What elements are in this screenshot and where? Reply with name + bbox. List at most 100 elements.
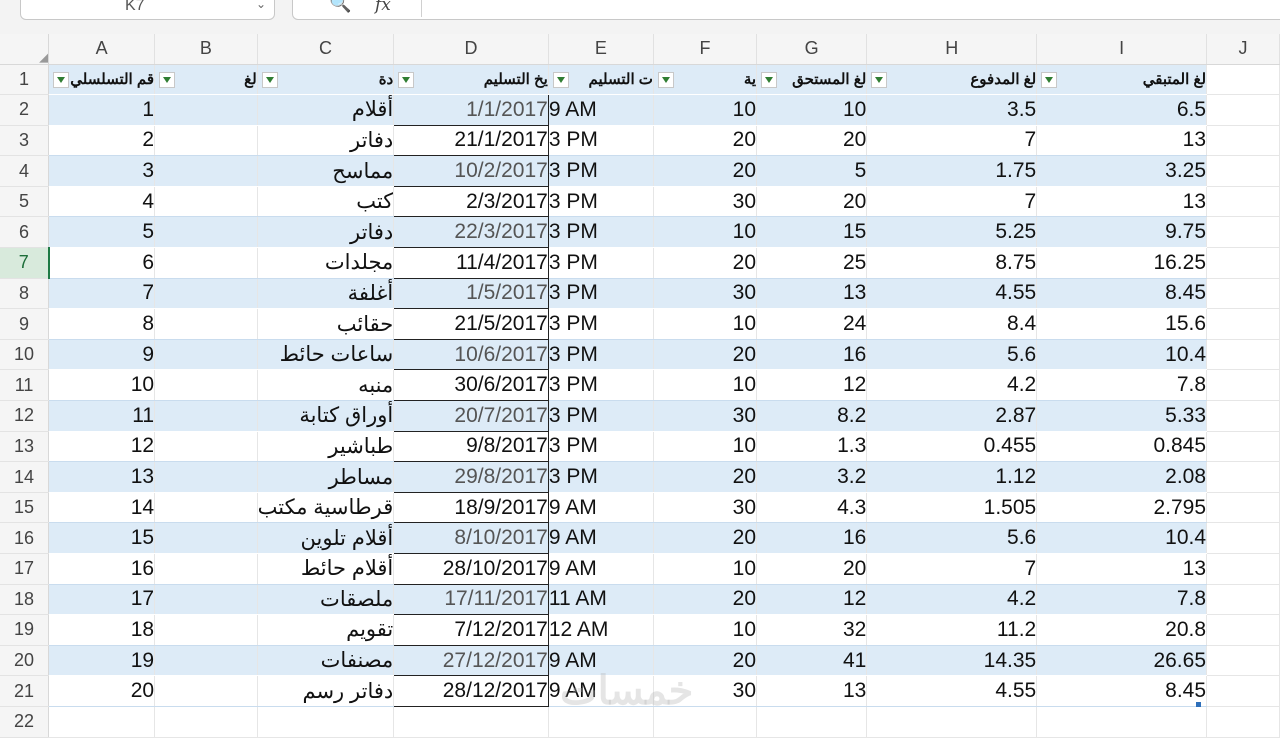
filter-dropdown-icon[interactable] [871,71,888,88]
table-header-cell[interactable]: دة [257,64,395,96]
row-header[interactable]: 13 [0,431,50,463]
filter-dropdown-icon[interactable] [761,71,778,88]
cell-f[interactable]: 30 [653,492,758,524]
cell-f[interactable]: 30 [653,400,758,432]
empty-cell[interactable] [1206,431,1280,463]
cell-d[interactable]: 2/3/2017 [393,186,549,218]
cell-a[interactable]: 11 [48,400,156,432]
cell-c[interactable]: مجلدات [257,247,395,279]
cell-i[interactable]: 10.4 [1036,339,1208,371]
cell-f[interactable]: 20 [653,155,758,187]
cell-e[interactable]: 3 PM [548,431,654,463]
cell-b[interactable] [154,278,258,310]
empty-cell[interactable] [1206,155,1280,187]
cell-c[interactable]: مصنفات [257,645,395,677]
cell-c[interactable]: حقائب [257,308,395,340]
row-header[interactable]: 12 [0,400,50,432]
cell-i[interactable]: 13 [1036,553,1208,585]
cell-g[interactable]: 20 [756,186,868,218]
cell-b[interactable] [154,186,258,218]
cell-f[interactable]: 10 [653,94,758,126]
cell-d[interactable]: 28/12/2017 [393,675,549,707]
cell-d[interactable]: 10/2/2017 [393,155,549,187]
cell-e[interactable]: 3 PM [548,247,654,279]
cell-a[interactable]: 10 [48,369,156,402]
column-header-d[interactable]: D [393,34,549,65]
cell-c[interactable]: أقلام [257,94,395,126]
cell-i[interactable]: 16.25 [1036,247,1208,279]
row-header[interactable]: 2 [0,94,50,126]
cell-g[interactable]: 20 [756,553,868,585]
column-header-c[interactable]: C [257,34,395,65]
cell-b[interactable] [154,216,258,249]
column-header-h[interactable]: H [866,34,1038,65]
cell-b[interactable] [154,247,258,279]
cell-b[interactable] [154,522,258,554]
row-header[interactable]: 3 [0,125,50,157]
cell-f[interactable]: 10 [653,308,758,340]
cell-g[interactable]: 12 [756,369,868,402]
cell-f[interactable]: 10 [653,369,758,402]
empty-cell[interactable] [1206,64,1280,96]
cell-g[interactable]: 13 [756,278,868,310]
cell-c[interactable]: منبه [257,369,395,402]
table-header-cell[interactable]: لغ المدفوع [866,64,1038,96]
cell-e[interactable]: 3 PM [548,339,654,371]
cell-a[interactable]: 14 [48,492,156,524]
cell-g[interactable]: 32 [756,614,868,646]
cell-d[interactable]: 21/5/2017 [393,308,549,340]
fx-icon[interactable]: fx [375,0,391,15]
cell-f[interactable]: 30 [653,278,758,310]
cell-g[interactable]: 16 [756,522,868,554]
row-header[interactable]: 6 [0,216,50,249]
filter-dropdown-icon[interactable] [159,71,176,88]
empty-cell[interactable] [1206,216,1280,249]
cell-b[interactable] [154,400,258,432]
cell-f[interactable]: 20 [653,125,758,157]
cell-i[interactable]: 13 [1036,125,1208,157]
cell-g[interactable]: 3.2 [756,461,868,493]
row-header[interactable]: 9 [0,308,50,340]
table-resize-handle[interactable] [1196,702,1201,707]
cell-b[interactable] [154,369,258,402]
column-header-j[interactable]: J [1206,34,1280,65]
column-header-b[interactable]: B [154,34,258,65]
cell-d[interactable]: 22/3/2017 [393,216,549,249]
filter-dropdown-icon[interactable] [657,71,674,88]
cell-c[interactable]: كتب [257,186,395,218]
cell-i[interactable]: 2.795 [1036,492,1208,524]
table-header-cell[interactable]: قم التسلسلي [48,64,156,96]
cell-d[interactable]: 7/12/2017 [393,614,549,646]
cell-g[interactable]: 1.3 [756,431,868,463]
empty-cell[interactable] [1206,339,1280,371]
table-header-cell[interactable]: لغ المتبقي [1036,64,1208,96]
row-header[interactable]: 15 [0,492,50,524]
empty-cell[interactable] [1206,614,1280,646]
cell-e[interactable]: 3 PM [548,216,654,249]
cell-b[interactable] [154,431,258,463]
column-header-e[interactable]: E [548,34,654,65]
empty-cell[interactable] [1206,675,1280,707]
row-header[interactable]: 21 [0,675,50,707]
cell-g[interactable]: 4.3 [756,492,868,524]
cell-a[interactable]: 12 [48,431,156,463]
row-header[interactable]: 16 [0,522,50,554]
cell-b[interactable] [154,492,258,524]
cell-c[interactable]: تقويم [257,614,395,646]
cell-g[interactable]: 10 [756,94,868,126]
row-header[interactable]: 4 [0,155,50,187]
cell-a[interactable]: 13 [48,461,156,493]
table-header-cell[interactable]: ية [653,64,758,96]
empty-cell[interactable] [393,706,549,738]
cell-f[interactable]: 20 [653,522,758,554]
cell-b[interactable] [154,339,258,371]
cell-b[interactable] [154,461,258,493]
cell-f[interactable]: 10 [653,614,758,646]
cell-h[interactable]: 8.75 [866,247,1038,279]
empty-cell[interactable] [756,706,868,738]
filter-dropdown-icon[interactable] [53,71,70,88]
cell-e[interactable]: 3 PM [548,125,654,157]
cell-b[interactable] [154,308,258,340]
cell-i[interactable]: 10.4 [1036,522,1208,554]
cell-e[interactable]: 3 PM [548,308,654,340]
